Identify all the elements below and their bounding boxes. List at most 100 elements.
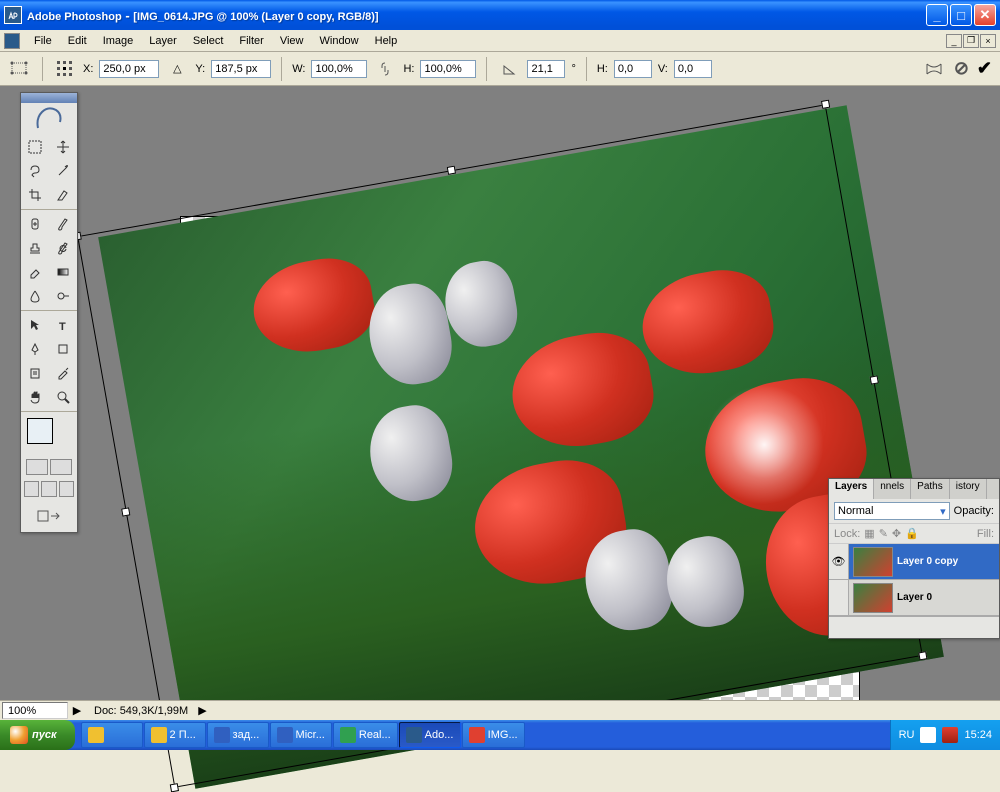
- history-brush-tool-icon[interactable]: [49, 236, 77, 260]
- transform-handle-bl[interactable]: [170, 783, 179, 792]
- layer-name-label[interactable]: Layer 0 copy: [897, 556, 958, 567]
- pen-tool-icon[interactable]: [21, 337, 49, 361]
- dodge-tool-icon[interactable]: [49, 284, 77, 308]
- y-label: Y:: [195, 63, 205, 75]
- commit-transform-icon[interactable]: ✔: [977, 58, 992, 79]
- tab-channels[interactable]: nnels: [874, 479, 911, 499]
- layer-name-label[interactable]: Layer 0: [897, 592, 932, 603]
- h-input[interactable]: [420, 60, 476, 78]
- wand-tool-icon[interactable]: [49, 159, 77, 183]
- menu-edit[interactable]: Edit: [60, 33, 95, 49]
- hand-tool-icon[interactable]: [21, 385, 49, 409]
- layer-item[interactable]: Layer 0: [829, 580, 999, 616]
- imageready-button[interactable]: [29, 504, 69, 528]
- shape-tool-icon[interactable]: [49, 337, 77, 361]
- delta-icon[interactable]: △: [165, 57, 189, 81]
- vskew-input[interactable]: [674, 60, 712, 78]
- blur-tool-icon[interactable]: [21, 284, 49, 308]
- mdi-restore-button[interactable]: ❐: [963, 34, 979, 48]
- maximize-button[interactable]: □: [950, 4, 972, 26]
- taskbar-item[interactable]: IMG...: [462, 722, 525, 748]
- cancel-transform-icon[interactable]: ⊘: [954, 58, 969, 79]
- tray-icon[interactable]: [942, 727, 958, 743]
- window-title: Adobe Photoshop - [IMG_0614.JPG @ 100% (…: [27, 8, 926, 23]
- menu-image[interactable]: Image: [95, 33, 142, 49]
- document-window[interactable]: [180, 216, 860, 726]
- w-input[interactable]: [311, 60, 367, 78]
- menu-file[interactable]: File: [26, 33, 60, 49]
- quickmask-mode-button[interactable]: [50, 459, 72, 475]
- lasso-tool-icon[interactable]: [21, 159, 49, 183]
- eraser-tool-icon[interactable]: [21, 260, 49, 284]
- status-menu-arrow-icon[interactable]: ▶: [198, 704, 206, 717]
- blend-mode-select[interactable]: Normal▾: [834, 502, 950, 520]
- tab-paths[interactable]: Paths: [911, 479, 950, 499]
- crop-tool-icon[interactable]: [21, 183, 49, 207]
- menu-select[interactable]: Select: [185, 33, 232, 49]
- tab-history[interactable]: istory: [950, 479, 987, 499]
- taskbar-item[interactable]: Micr...: [270, 722, 332, 748]
- layer-thumbnail[interactable]: [853, 547, 893, 577]
- photoshop-logo-icon[interactable]: [21, 103, 77, 135]
- taskbar-item[interactable]: Ado...: [399, 722, 461, 748]
- taskbar-item[interactable]: зад...: [207, 722, 269, 748]
- tab-layers[interactable]: Layers: [829, 479, 874, 499]
- lock-all-icon[interactable]: 🔒: [905, 527, 919, 540]
- x-input[interactable]: [99, 60, 159, 78]
- lock-paint-icon[interactable]: ✎: [879, 527, 888, 540]
- screen-mode-1-button[interactable]: [24, 481, 39, 497]
- screen-mode-3-button[interactable]: [59, 481, 74, 497]
- screen-mode-2-button[interactable]: [41, 481, 56, 497]
- angle-input[interactable]: [527, 60, 565, 78]
- warp-icon[interactable]: [922, 57, 946, 81]
- clock[interactable]: 15:24: [964, 729, 992, 741]
- zoom-level-input[interactable]: 100%: [2, 702, 68, 719]
- type-tool-icon[interactable]: T: [49, 313, 77, 337]
- menu-help[interactable]: Help: [367, 33, 406, 49]
- y-input[interactable]: [211, 60, 271, 78]
- layer-item[interactable]: 👁 Layer 0 copy: [829, 544, 999, 580]
- color-swatches[interactable]: [21, 414, 77, 456]
- w-label: W:: [292, 63, 305, 75]
- tray-icon[interactable]: [920, 727, 936, 743]
- zoom-tool-icon[interactable]: [49, 385, 77, 409]
- path-select-tool-icon[interactable]: [21, 313, 49, 337]
- gradient-tool-icon[interactable]: [49, 260, 77, 284]
- status-arrow-icon[interactable]: ▶: [70, 704, 84, 717]
- language-indicator[interactable]: RU: [899, 729, 915, 741]
- h-label: H:: [403, 63, 414, 75]
- menu-view[interactable]: View: [272, 33, 312, 49]
- eyedropper-tool-icon[interactable]: [49, 361, 77, 385]
- stamp-tool-icon[interactable]: [21, 236, 49, 260]
- minimize-button[interactable]: _: [926, 4, 948, 26]
- hskew-input[interactable]: [614, 60, 652, 78]
- menu-filter[interactable]: Filter: [231, 33, 271, 49]
- toolbox-gripper[interactable]: [21, 93, 77, 103]
- taskbar-item[interactable]: 2 П...: [144, 722, 206, 748]
- marquee-tool-icon[interactable]: [21, 135, 49, 159]
- mdi-close-button[interactable]: ×: [980, 34, 996, 48]
- taskbar-item[interactable]: [81, 722, 143, 748]
- start-button[interactable]: пуск: [0, 720, 75, 750]
- slice-tool-icon[interactable]: [49, 183, 77, 207]
- foreground-color-swatch[interactable]: [27, 418, 53, 444]
- standard-mode-button[interactable]: [26, 459, 48, 475]
- lock-position-icon[interactable]: ✥: [892, 527, 901, 540]
- link-icon[interactable]: [373, 57, 397, 81]
- notes-tool-icon[interactable]: [21, 361, 49, 385]
- visibility-eye-icon[interactable]: [829, 580, 849, 615]
- menu-layer[interactable]: Layer: [141, 33, 185, 49]
- menu-window[interactable]: Window: [312, 33, 367, 49]
- transform-handle-ml[interactable]: [121, 507, 130, 516]
- lock-transparency-icon[interactable]: ▦: [864, 527, 874, 540]
- healing-tool-icon[interactable]: [21, 212, 49, 236]
- reference-point-icon[interactable]: [53, 57, 77, 81]
- brush-tool-icon[interactable]: [49, 212, 77, 236]
- close-button[interactable]: ✕: [974, 4, 996, 26]
- move-tool-icon[interactable]: [49, 135, 77, 159]
- transform-tool-icon[interactable]: [8, 57, 32, 81]
- mdi-minimize-button[interactable]: _: [946, 34, 962, 48]
- layer-thumbnail[interactable]: [853, 583, 893, 613]
- taskbar-item[interactable]: Real...: [333, 722, 398, 748]
- visibility-eye-icon[interactable]: 👁: [829, 544, 849, 579]
